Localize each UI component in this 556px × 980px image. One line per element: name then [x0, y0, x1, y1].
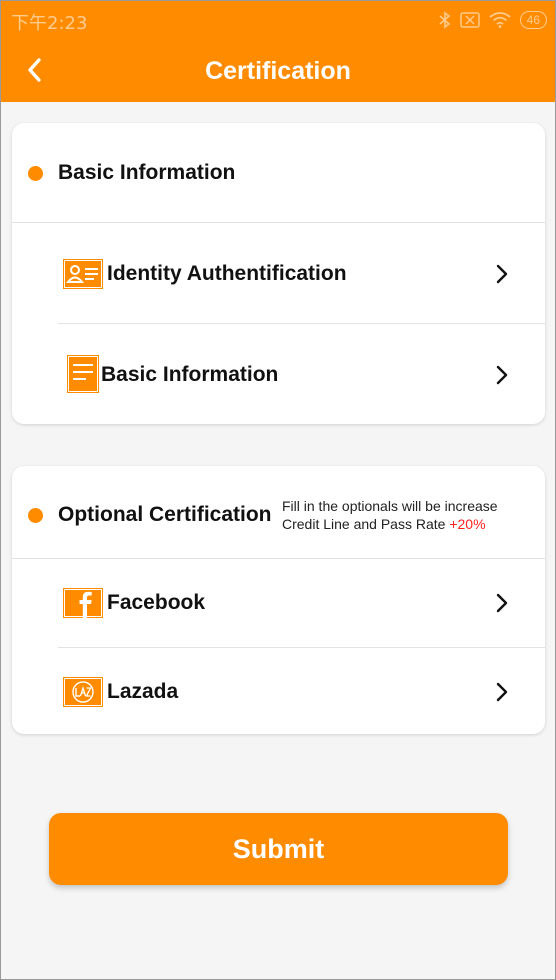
chevron-right-icon [496, 365, 508, 385]
basic-information-item[interactable]: Basic Information [57, 324, 545, 424]
app-screen: 下午2:23 46 Certification Basic Informatio… [0, 0, 556, 980]
item-label: Lazada [107, 680, 179, 703]
status-bar: 下午2:23 46 [1, 1, 555, 39]
item-label: Facebook [107, 591, 206, 614]
note-line-2: Credit Line and Pass Rate +20% [282, 515, 498, 533]
app-header: 下午2:23 46 Certification [1, 1, 555, 102]
wifi-icon [489, 12, 511, 28]
rate-increase-highlight: +20% [449, 516, 486, 532]
status-time: 下午2:23 [11, 13, 88, 34]
lazada-item[interactable]: Lazada [57, 648, 545, 734]
basic-information-card: Basic Information Identity Authentificat… [12, 123, 545, 424]
bluetooth-icon [439, 11, 450, 29]
chevron-right-icon [496, 682, 508, 702]
note-text: Credit Line and Pass Rate [282, 516, 446, 532]
optional-note: Fill in the optionals will be increase C… [282, 497, 498, 533]
identity-authentification-item[interactable]: Identity Authentification [57, 223, 545, 323]
section-dot [28, 508, 43, 523]
facebook-item[interactable]: Facebook [57, 559, 545, 647]
note-line-1: Fill in the optionals will be increase [282, 498, 498, 514]
status-icons: 46 [439, 10, 547, 30]
battery-indicator: 46 [519, 11, 547, 29]
submit-button[interactable]: Submit [49, 813, 508, 885]
lazada-icon [63, 677, 103, 707]
section-title-optional: Optional Certification [58, 503, 272, 526]
chevron-right-icon [496, 593, 508, 613]
no-sim-icon [459, 12, 480, 28]
optional-certification-card: Optional Certification Fill in the optio… [12, 466, 545, 734]
item-label: Basic Information [101, 363, 279, 386]
section-dot [28, 166, 43, 181]
section-title-basic: Basic Information [58, 161, 236, 184]
id-card-icon [63, 259, 103, 289]
document-icon [67, 355, 99, 393]
item-label: Identity Authentification [107, 262, 347, 285]
chevron-right-icon [496, 264, 508, 284]
facebook-icon [63, 588, 103, 618]
page-title: Certification [205, 57, 351, 85]
